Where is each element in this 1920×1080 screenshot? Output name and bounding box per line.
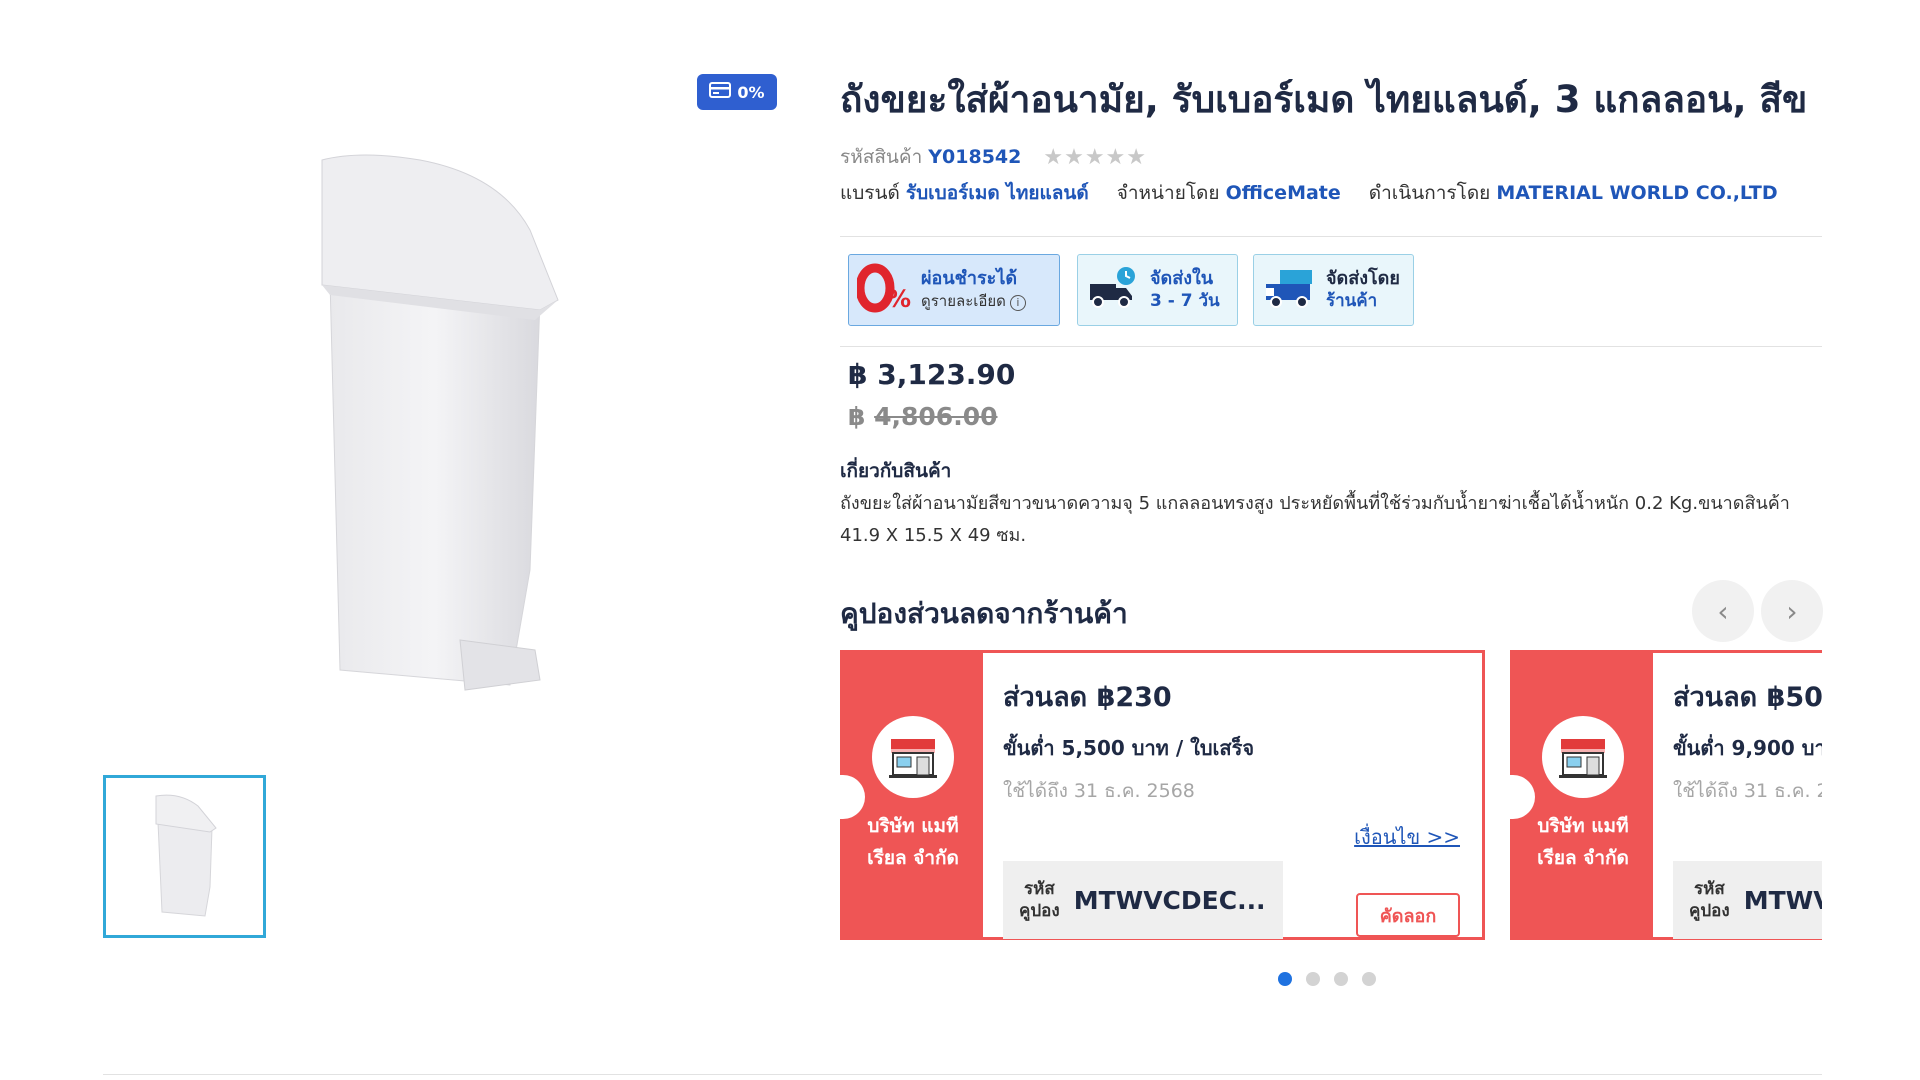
- coupon-next-button[interactable]: ›: [1761, 580, 1823, 642]
- coupon-code-label-1: รหัส: [1693, 879, 1725, 899]
- pagination-dot[interactable]: [1334, 972, 1348, 986]
- product-code-label: รหัสสินค้า: [840, 146, 923, 168]
- coupon-prev-button[interactable]: ‹: [1692, 580, 1754, 642]
- divider: [840, 346, 1822, 347]
- coupon-minimum: ขั้นต่ำ 9,900 บาท / ใบเสร็จ: [1673, 736, 1822, 760]
- coupon-section-heading: คูปองส่วนลดจากร้านค้า: [840, 597, 1128, 630]
- svg-text:%: %: [887, 285, 911, 313]
- shop-delivery-value: ร้านค้า: [1326, 291, 1378, 311]
- delivery-time-value: 3 - 7 วัน: [1150, 291, 1220, 311]
- coupon-carousel[interactable]: บริษัท แมที เรียล จำกัด ส่วนลด ฿230 ขั้น…: [840, 650, 1822, 940]
- seller-label: จำหน่ายโดย: [1116, 182, 1220, 204]
- credit-card-icon: [709, 82, 732, 102]
- brand-label: แบรนด์: [840, 182, 900, 204]
- coupon-validity: ใช้ได้ถึง 31 ธ.ค. 2568: [1673, 780, 1822, 802]
- product-meta-row: แบรนด์ รับเบอร์เมด ไทยแลนด์ จำหน่ายโดย O…: [840, 178, 1778, 208]
- store-icon: [1542, 716, 1624, 798]
- delivery-time-title: จัดส่งใน: [1150, 268, 1214, 289]
- coupon-shop-name: บริษัท แมที เรียล จำกัด: [1537, 810, 1629, 874]
- main-product-image[interactable]: [300, 150, 570, 695]
- seller-link[interactable]: OfficeMate: [1226, 182, 1341, 204]
- coupon-shop-name-line1: บริษัท แมที: [867, 815, 959, 837]
- store-icon: [872, 716, 954, 798]
- divider: [103, 1074, 1822, 1075]
- divider: [840, 236, 1822, 237]
- coupon-code: MTWVCDEC...: [1073, 885, 1266, 915]
- about-text: ถังขยะใส่ผ้าอนามัยสีขาวขนาดความจุ 5 แกลล…: [840, 493, 1790, 546]
- original-price: ฿ 4,806.00: [848, 402, 998, 431]
- rating-stars-icon[interactable]: ★★★★★: [1043, 145, 1147, 170]
- shop-delivery-title: จัดส่งโดย: [1326, 268, 1400, 289]
- coupon-card: บริษัท แมที เรียล จำกัด ส่วนลด ฿230 ขั้น…: [840, 650, 1485, 940]
- original-price-currency: ฿: [848, 402, 866, 431]
- brand-link[interactable]: รับเบอร์เมด ไทยแลนด์: [906, 182, 1089, 204]
- installment-detail-label: ดูรายละเอียด: [921, 292, 1006, 310]
- coupon-code-label-2: คูปอง: [1019, 901, 1060, 921]
- info-icon[interactable]: i: [1009, 295, 1026, 311]
- coupon-title: ส่วนลด ฿500: [1673, 682, 1822, 713]
- product-code-row: รหัสสินค้า Y018542 ★★★★★: [840, 142, 1147, 172]
- coupon-code-label-1: รหัส: [1023, 879, 1055, 899]
- coupon-title: ส่วนลด ฿230: [1003, 682, 1172, 713]
- installment-feature[interactable]: % ผ่อนชำระได้ ดูรายละเอียด i: [848, 254, 1060, 326]
- installment-badge: 0%: [697, 74, 777, 110]
- thumbnail-1[interactable]: [103, 775, 266, 938]
- coupon-shop-name-line1: บริษัท แมที: [1537, 815, 1629, 837]
- shop-delivery-feature: จัดส่งโดย ร้านค้า: [1253, 254, 1414, 326]
- installment-feature-detail: ดูรายละเอียด i: [921, 290, 1026, 312]
- coupon-code-box: รหัส คูปอง MTWVCDEC...: [1673, 861, 1822, 939]
- zero-percent-icon: %: [855, 263, 913, 317]
- about-heading: เกี่ยวกับสินค้า: [840, 460, 952, 482]
- coupon-code-label-2: คูปอง: [1689, 901, 1730, 921]
- chevron-left-icon: ‹: [1717, 594, 1729, 628]
- pagination-dot[interactable]: [1362, 972, 1376, 986]
- coupon-shop-name-line2: เรียล จำกัด: [1537, 847, 1629, 869]
- shop-truck-icon: [1262, 266, 1318, 314]
- pagination-dot[interactable]: [1278, 972, 1292, 986]
- operator-link[interactable]: MATERIAL WORLD CO.,LTD: [1496, 182, 1777, 204]
- coupon-card: บริษัท แมที เรียล จำกัด ส่วนลด ฿500 ขั้น…: [1509, 650, 1822, 940]
- coupon-pagination: [1278, 972, 1376, 986]
- pagination-dot[interactable]: [1306, 972, 1320, 986]
- coupon-code-box: รหัส คูปอง MTWVCDEC...: [1003, 861, 1283, 939]
- product-title: ถังขยะใส่ผ้าอนามัย, รับเบอร์เมด ไทยแลนด์…: [840, 78, 1808, 121]
- coupon-code: MTWVCDEC...: [1743, 885, 1822, 915]
- brand-info: แบรนด์ รับเบอร์เมด ไทยแลนด์: [840, 178, 1089, 208]
- current-price: ฿ 3,123.90: [848, 358, 1016, 391]
- installment-badge-label: 0%: [737, 82, 765, 102]
- product-code: Y018542: [928, 146, 1022, 168]
- operator-label: ดำเนินการโดย: [1368, 182, 1491, 204]
- seller-info: จำหน่ายโดย OfficeMate: [1117, 178, 1341, 208]
- copy-coupon-button[interactable]: คัดลอก: [1356, 893, 1460, 937]
- chevron-right-icon: ›: [1786, 594, 1798, 628]
- product-page: 0% ถังขยะใส่ผ้าอนามัย, รับเบอร์เมด ไทยแล…: [0, 0, 1920, 1080]
- installment-feature-title: ผ่อนชำระได้: [921, 268, 1018, 289]
- delivery-time-feature: จัดส่งใน 3 - 7 วัน: [1077, 254, 1238, 326]
- coupon-conditions-link[interactable]: เงื่อนไข >>: [1354, 821, 1460, 853]
- coupon-validity: ใช้ได้ถึง 31 ธ.ค. 2568: [1003, 780, 1195, 802]
- coupon-shop-name-line2: เรียล จำกัด: [867, 847, 959, 869]
- operator-info: ดำเนินการโดย MATERIAL WORLD CO.,LTD: [1369, 178, 1778, 208]
- coupon-minimum: ขั้นต่ำ 5,500 บาท / ใบเสร็จ: [1003, 736, 1255, 760]
- original-price-value: 4,806.00: [874, 402, 998, 431]
- delivery-truck-clock-icon: [1086, 264, 1142, 316]
- coupon-shop-name: บริษัท แมที เรียล จำกัด: [867, 810, 959, 874]
